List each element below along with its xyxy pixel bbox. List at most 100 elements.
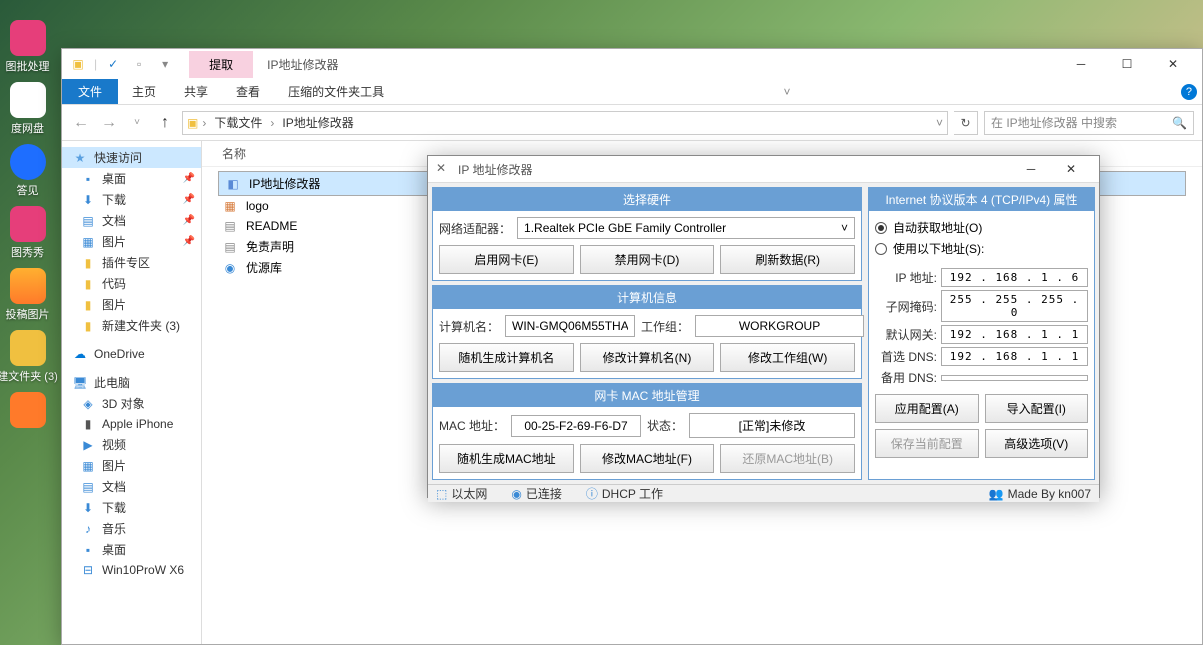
close-button[interactable]: ✕ — [1150, 49, 1196, 79]
ribbon-tab-compress[interactable]: 压缩的文件夹工具 — [274, 79, 398, 104]
random-mac-button[interactable]: 随机生成MAC地址 — [439, 444, 574, 473]
tool-icon: ✕ — [436, 161, 452, 177]
history-dropdown-icon[interactable]: ˅ — [126, 112, 148, 134]
restore-mac-button[interactable]: 还原MAC地址(B) — [720, 444, 855, 473]
change-workgroup-button[interactable]: 修改工作组(W) — [720, 343, 855, 372]
nav-item-documents[interactable]: ▤文档 — [62, 476, 201, 497]
random-name-button[interactable]: 随机生成计算机名 — [439, 343, 574, 372]
nav-item-music[interactable]: ♪音乐 — [62, 518, 201, 539]
desktop-icon[interactable] — [0, 392, 55, 428]
desktop-icon[interactable]: 图秀秀 — [0, 206, 55, 260]
forward-button[interactable]: → — [98, 112, 120, 134]
nav-item-pictures[interactable]: ▦图片📌 — [62, 231, 201, 252]
computer-name-input[interactable] — [505, 315, 635, 337]
nav-this-pc[interactable]: 🖥此电脑 — [62, 372, 201, 393]
ip-changer-window: ✕ IP 地址修改器 ─ ✕ 选择硬件 网络适配器： 1.Realtek PCI… — [427, 155, 1100, 498]
nav-onedrive[interactable]: ☁OneDrive — [62, 344, 201, 364]
ribbon-tab-home[interactable]: 主页 — [118, 79, 170, 104]
checkmark-icon[interactable]: ✓ — [103, 54, 123, 74]
back-button[interactable]: ← — [70, 112, 92, 134]
folder-icon: ▮ — [80, 255, 96, 271]
desktop-icon[interactable]: 度网盘 — [0, 82, 55, 136]
breadcrumb-segment[interactable]: IP地址修改器 — [278, 114, 357, 131]
document-icon: ▤ — [80, 213, 96, 229]
folder-icon: ▮ — [80, 276, 96, 292]
nav-item-downloads[interactable]: ⬇下载 — [62, 497, 201, 518]
file-tab[interactable]: 文件 — [62, 79, 118, 104]
up-button[interactable]: ↑ — [154, 112, 176, 134]
nav-item-folder[interactable]: ▮新建文件夹 (3) — [62, 315, 201, 336]
drive-icon: ⊟ — [80, 562, 96, 578]
manual-ip-radio[interactable]: 使用以下地址(S): — [875, 238, 1088, 259]
folder-icon: ▮ — [80, 297, 96, 313]
desktop-icon[interactable]: 图批处理 — [0, 20, 55, 74]
pc-icon: 🖥 — [72, 375, 88, 391]
status-dhcp: DHCP 工作 — [602, 485, 663, 502]
desktop-icon: ▪ — [80, 171, 96, 187]
nav-item-folder[interactable]: ▮代码 — [62, 273, 201, 294]
refresh-data-button[interactable]: 刷新数据(R) — [720, 245, 855, 274]
nav-item-desktop[interactable]: ▪桌面 — [62, 539, 201, 560]
address-dropdown-icon[interactable]: ˅ — [936, 116, 943, 130]
refresh-button[interactable]: ↻ — [954, 111, 978, 135]
workgroup-input[interactable] — [695, 315, 864, 337]
extract-tab[interactable]: 提取 — [189, 51, 253, 78]
gateway-label: 默认网关: — [875, 326, 937, 343]
ip-address-input[interactable]: 192 . 168 . 1 . 6 — [941, 268, 1088, 287]
navigation-pane: ★快速访问 ▪桌面📌 ⬇下载📌 ▤文档📌 ▦图片📌 ▮插件专区 ▮代码 ▮图片 … — [62, 141, 202, 644]
chevron-down-icon: ˅ — [841, 221, 848, 235]
apply-config-button[interactable]: 应用配置(A) — [875, 394, 979, 423]
nav-item-drive[interactable]: ⊟Win10ProW X6 — [62, 560, 201, 580]
nav-item-videos[interactable]: ▶视频 — [62, 434, 201, 455]
dns1-input[interactable]: 192 . 168 . 1 . 1 — [941, 347, 1088, 366]
advanced-button[interactable]: 高级选项(V) — [985, 429, 1089, 458]
star-icon: ★ — [72, 150, 88, 166]
desktop-icon[interactable]: 答见 — [0, 144, 55, 198]
nav-item-downloads[interactable]: ⬇下载📌 — [62, 189, 201, 210]
auto-ip-radio[interactable]: 自动获取地址(O) — [875, 217, 1088, 238]
ribbon-tab-share[interactable]: 共享 — [170, 79, 222, 104]
qat-dropdown-icon[interactable]: ▾ — [155, 54, 175, 74]
panel-header: 计算机信息 — [433, 286, 861, 309]
subnet-mask-input[interactable]: 255 . 255 . 255 . 0 — [941, 290, 1088, 322]
ribbon-expand-icon[interactable]: ˅ — [774, 79, 800, 104]
desktop-icon[interactable]: 建文件夹 (3) — [0, 330, 55, 384]
nav-item-folder[interactable]: ▮图片 — [62, 294, 201, 315]
rename-computer-button[interactable]: 修改计算机名(N) — [580, 343, 715, 372]
radio-icon — [875, 222, 887, 234]
save-config-button[interactable]: 保存当前配置 — [875, 429, 979, 458]
qat-item[interactable]: ▫ — [129, 54, 149, 74]
adapter-select[interactable]: 1.Realtek PCIe GbE Family Controller˅ — [517, 217, 855, 239]
mac-state-value: [正常]未修改 — [689, 413, 855, 438]
minimize-button[interactable]: ─ — [1058, 49, 1104, 79]
nav-quick-access[interactable]: ★快速访问 — [62, 147, 201, 168]
search-input[interactable]: 在 IP地址修改器 中搜索 🔍 — [984, 111, 1194, 135]
ribbon-tab-view[interactable]: 查看 — [222, 79, 274, 104]
enable-nic-button[interactable]: 启用网卡(E) — [439, 245, 574, 274]
author-icon: 👥 — [989, 487, 1004, 501]
mac-input[interactable] — [511, 415, 641, 437]
disable-nic-button[interactable]: 禁用网卡(D) — [580, 245, 715, 274]
ipv4-panel: Internet 协议版本 4 (TCP/IPv4) 属性 自动获取地址(O) … — [868, 187, 1095, 480]
pin-icon: 📌 — [183, 215, 195, 226]
import-config-button[interactable]: 导入配置(I) — [985, 394, 1089, 423]
change-mac-button[interactable]: 修改MAC地址(F) — [580, 444, 715, 473]
address-bar[interactable]: ▣ › 下载文件 › IP地址修改器 ˅ — [182, 111, 948, 135]
minimize-button[interactable]: ─ — [1011, 156, 1051, 182]
nav-item-iphone[interactable]: ▮Apple iPhone — [62, 414, 201, 434]
nav-item-desktop[interactable]: ▪桌面📌 — [62, 168, 201, 189]
dns2-input[interactable] — [941, 375, 1088, 381]
nav-item-pictures[interactable]: ▦图片 — [62, 455, 201, 476]
breadcrumb-segment[interactable]: 下载文件 — [210, 114, 266, 131]
help-button[interactable]: ? — [1176, 79, 1202, 104]
nav-item-documents[interactable]: ▤文档📌 — [62, 210, 201, 231]
text-icon: ▤ — [222, 239, 238, 255]
nav-item-3d[interactable]: ◈3D 对象 — [62, 393, 201, 414]
desktop-icon[interactable]: 投稿图片 — [0, 268, 55, 322]
gateway-input[interactable]: 192 . 168 . 1 . 1 — [941, 325, 1088, 344]
maximize-button[interactable]: ☐ — [1104, 49, 1150, 79]
address-bar-row: ← → ˅ ↑ ▣ › 下载文件 › IP地址修改器 ˅ ↻ 在 IP地址修改器… — [62, 105, 1202, 141]
close-button[interactable]: ✕ — [1051, 156, 1091, 182]
nav-item-folder[interactable]: ▮插件专区 — [62, 252, 201, 273]
status-author: Made By kn007 — [1008, 487, 1091, 501]
